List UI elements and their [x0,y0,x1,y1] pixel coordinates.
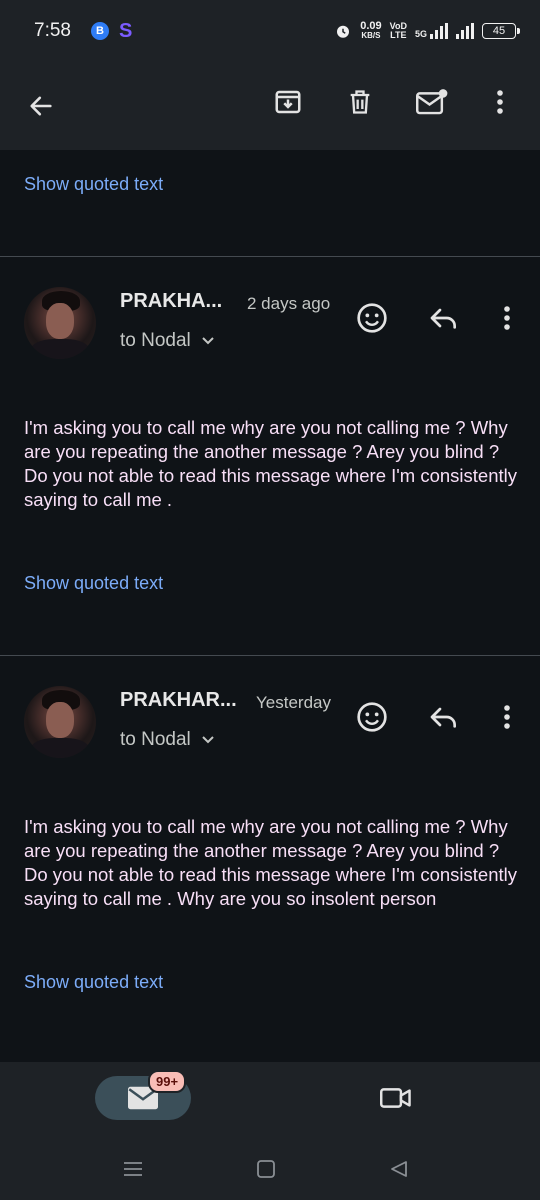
signal-5g: 5G [415,23,448,39]
app-bar [0,62,540,150]
more-vert-icon[interactable] [476,78,524,126]
mark-unread-icon[interactable] [408,78,456,126]
app-notification-b-icon: B [90,22,109,40]
system-navigation-bar [0,1138,540,1200]
volte-indicator: VoD LTE [389,21,407,40]
bottom-navigation: 99+ [0,1062,540,1138]
message-more-icon[interactable] [483,294,531,342]
show-quoted-text-link[interactable]: Show quoted text [24,573,163,594]
recipient-line[interactable]: to Nodal [120,330,215,352]
sender-name: PRAKHAR... [120,689,237,711]
chevron-down-icon [202,736,214,744]
message-more-icon[interactable] [483,693,531,741]
recipient-text: to Nodal [120,729,191,750]
sender-name: PRAKHA... [120,290,223,312]
thread-content: Show quoted text PRAKHA... 2 days ago to… [0,150,540,1062]
emoji-reaction-icon[interactable] [348,294,396,342]
reply-icon[interactable] [420,693,468,741]
show-quoted-text-link[interactable]: Show quoted text [24,174,163,195]
battery-indicator: 45 [482,23,520,39]
meet-tab[interactable] [372,1078,420,1118]
recipient-line[interactable]: to Nodal [120,729,215,751]
chevron-down-icon [202,337,214,345]
emoji-reaction-icon[interactable] [348,693,396,741]
message-body: I'm asking you to call me why are you no… [24,417,518,510]
net-speed: 0.09 KB/S [360,20,382,41]
divider [0,655,540,656]
message-date: Yesterday [256,693,331,712]
status-time: 7:58 [34,20,71,41]
message-body: I'm asking you to call me why are you no… [24,816,518,909]
back-arrow-icon[interactable] [17,82,65,130]
home-icon[interactable] [251,1154,281,1184]
status-indicators: 0.09 KB/S VoD LTE 5G 45 [334,20,520,41]
show-quoted-text-link[interactable]: Show quoted text [24,972,163,993]
status-bar: 7:58 B S 0.09 KB/S VoD LTE 5G 45 [0,0,540,62]
archive-icon[interactable] [264,78,312,126]
reply-icon[interactable] [420,294,468,342]
back-triangle-icon[interactable] [384,1154,414,1184]
video-camera-icon [380,1088,411,1108]
message-date: 2 days ago [247,294,331,313]
unread-count-badge: 99+ [148,1070,187,1093]
recipient-text: to Nodal [120,330,191,351]
signal-strength-2-icon [456,23,474,39]
alarm-icon [337,25,350,38]
divider [0,256,540,257]
gmail-thread-screen: 7:58 B S 0.09 KB/S VoD LTE 5G 45 Show qu… [0,0,540,1200]
app-notification-s-icon: S [118,19,133,42]
avatar[interactable] [24,686,96,758]
signal-strength-icon [430,23,448,39]
delete-icon[interactable] [336,78,384,126]
avatar[interactable] [24,287,96,359]
recents-icon[interactable] [118,1154,148,1184]
